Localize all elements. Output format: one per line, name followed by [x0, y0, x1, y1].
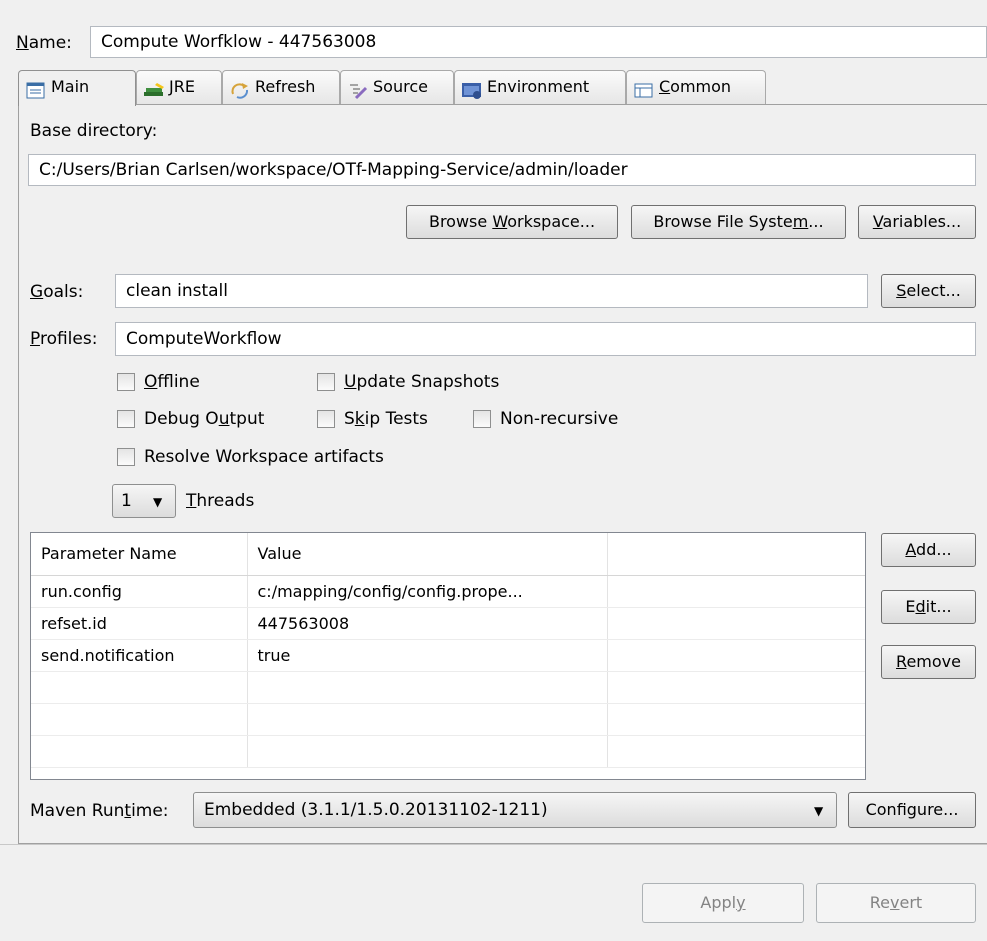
- base-directory-input[interactable]: C:/Users/Brian Carlsen/workspace/OTf-Map…: [28, 154, 976, 186]
- empty-cell: [607, 575, 865, 608]
- param-value-cell: [247, 671, 608, 704]
- update-snapshots-label: Update Snapshots: [344, 372, 500, 392]
- variables-button[interactable]: Variables...: [858, 205, 976, 239]
- parameters-table[interactable]: Parameter Name Value run.config c:/mappin…: [30, 532, 866, 780]
- param-value-cell: [247, 703, 608, 736]
- table-row[interactable]: run.config c:/mapping/config/config.prope…: [31, 575, 865, 608]
- debug-output-checkbox[interactable]: [117, 410, 135, 428]
- add-parameter-button[interactable]: Add...: [881, 533, 976, 567]
- table-row[interactable]: send.notification true: [31, 639, 865, 672]
- non-recursive-label: Non-recursive: [500, 409, 619, 429]
- column-header-parameter-name[interactable]: Parameter Name: [31, 533, 248, 576]
- update-snapshots-checkbox[interactable]: [317, 373, 335, 391]
- table-row[interactable]: [31, 703, 865, 736]
- non-recursive-checkbox[interactable]: [473, 410, 491, 428]
- chevron-down-icon: ▼: [153, 495, 163, 509]
- tab-source[interactable]: Source: [340, 70, 454, 104]
- select-goals-button[interactable]: Select...: [881, 274, 976, 308]
- threads-value: 1: [121, 491, 132, 511]
- tab-jre[interactable]: JRE: [136, 70, 222, 104]
- base-directory-label: Base directory:: [30, 121, 158, 141]
- maven-runtime-dropdown[interactable]: Embedded (3.1.1/1.5.0.20131102-1211) ▼: [193, 792, 837, 828]
- param-name-cell: [31, 735, 248, 768]
- environment-icon: [461, 79, 483, 99]
- browse-workspace-button[interactable]: Browse Workspace...: [406, 205, 618, 239]
- footer-divider: [0, 844, 987, 845]
- param-name-cell: send.notification: [31, 639, 248, 672]
- configure-runtime-button[interactable]: Configure...: [848, 792, 976, 828]
- column-header-value[interactable]: Value: [247, 533, 608, 576]
- tab-main[interactable]: Main: [18, 70, 136, 106]
- param-value-cell: c:/mapping/config/config.prope...: [247, 575, 608, 608]
- table-row[interactable]: refset.id 447563008: [31, 607, 865, 640]
- threads-label: Threads: [186, 491, 255, 511]
- goals-label: Goals:: [30, 282, 84, 302]
- column-header-empty: [607, 533, 865, 576]
- param-value-cell: [247, 735, 608, 768]
- skip-tests-label: Skip Tests: [344, 409, 428, 429]
- refresh-icon: [229, 79, 251, 99]
- empty-cell: [607, 607, 865, 640]
- empty-cell: [607, 671, 865, 704]
- debug-output-label: Debug Output: [144, 409, 265, 429]
- edit-parameter-button[interactable]: Edit...: [881, 590, 976, 624]
- param-name-cell: [31, 703, 248, 736]
- tab-environment[interactable]: Environment: [454, 70, 626, 104]
- tab-common[interactable]: Common: [626, 70, 766, 104]
- tab-refresh[interactable]: Refresh: [222, 70, 340, 104]
- resolve-workspace-checkbox[interactable]: [117, 448, 135, 466]
- resolve-workspace-label: Resolve Workspace artifacts: [144, 447, 384, 467]
- offline-checkbox[interactable]: [117, 373, 135, 391]
- skip-tests-checkbox[interactable]: [317, 410, 335, 428]
- name-input[interactable]: Compute Worfklow - 447563008: [90, 26, 987, 58]
- param-name-cell: [31, 671, 248, 704]
- goals-input[interactable]: clean install: [115, 274, 868, 308]
- profiles-input[interactable]: ComputeWorkflow: [115, 322, 976, 356]
- table-header-row: Parameter Name Value: [31, 533, 865, 576]
- empty-cell: [607, 735, 865, 768]
- threads-dropdown[interactable]: 1 ▼: [112, 484, 176, 518]
- remove-parameter-button[interactable]: Remove: [881, 645, 976, 679]
- maven-runtime-value: Embedded (3.1.1/1.5.0.20131102-1211): [204, 800, 548, 820]
- offline-label: Offline: [144, 372, 200, 392]
- param-value-cell: 447563008: [247, 607, 608, 640]
- table-row[interactable]: [31, 735, 865, 768]
- table-row[interactable]: [31, 671, 865, 704]
- browse-file-system-button[interactable]: Browse File System...: [631, 205, 846, 239]
- profiles-label: Profiles:: [30, 329, 98, 349]
- jre-books-icon: [143, 79, 165, 97]
- maven-runtime-label: Maven Runtime:: [30, 801, 169, 821]
- common-icon: [633, 79, 655, 97]
- param-name-cell: run.config: [31, 575, 248, 608]
- revert-button[interactable]: Revert: [816, 883, 976, 923]
- chevron-down-icon: ▼: [814, 804, 824, 818]
- param-value-cell: true: [247, 639, 608, 672]
- empty-cell: [607, 703, 865, 736]
- source-icon: [347, 79, 369, 99]
- param-name-cell: refset.id: [31, 607, 248, 640]
- apply-button[interactable]: Apply: [642, 883, 804, 923]
- name-label: Name:: [16, 33, 72, 53]
- main-tab-icon: [25, 79, 47, 98]
- empty-cell: [607, 639, 865, 672]
